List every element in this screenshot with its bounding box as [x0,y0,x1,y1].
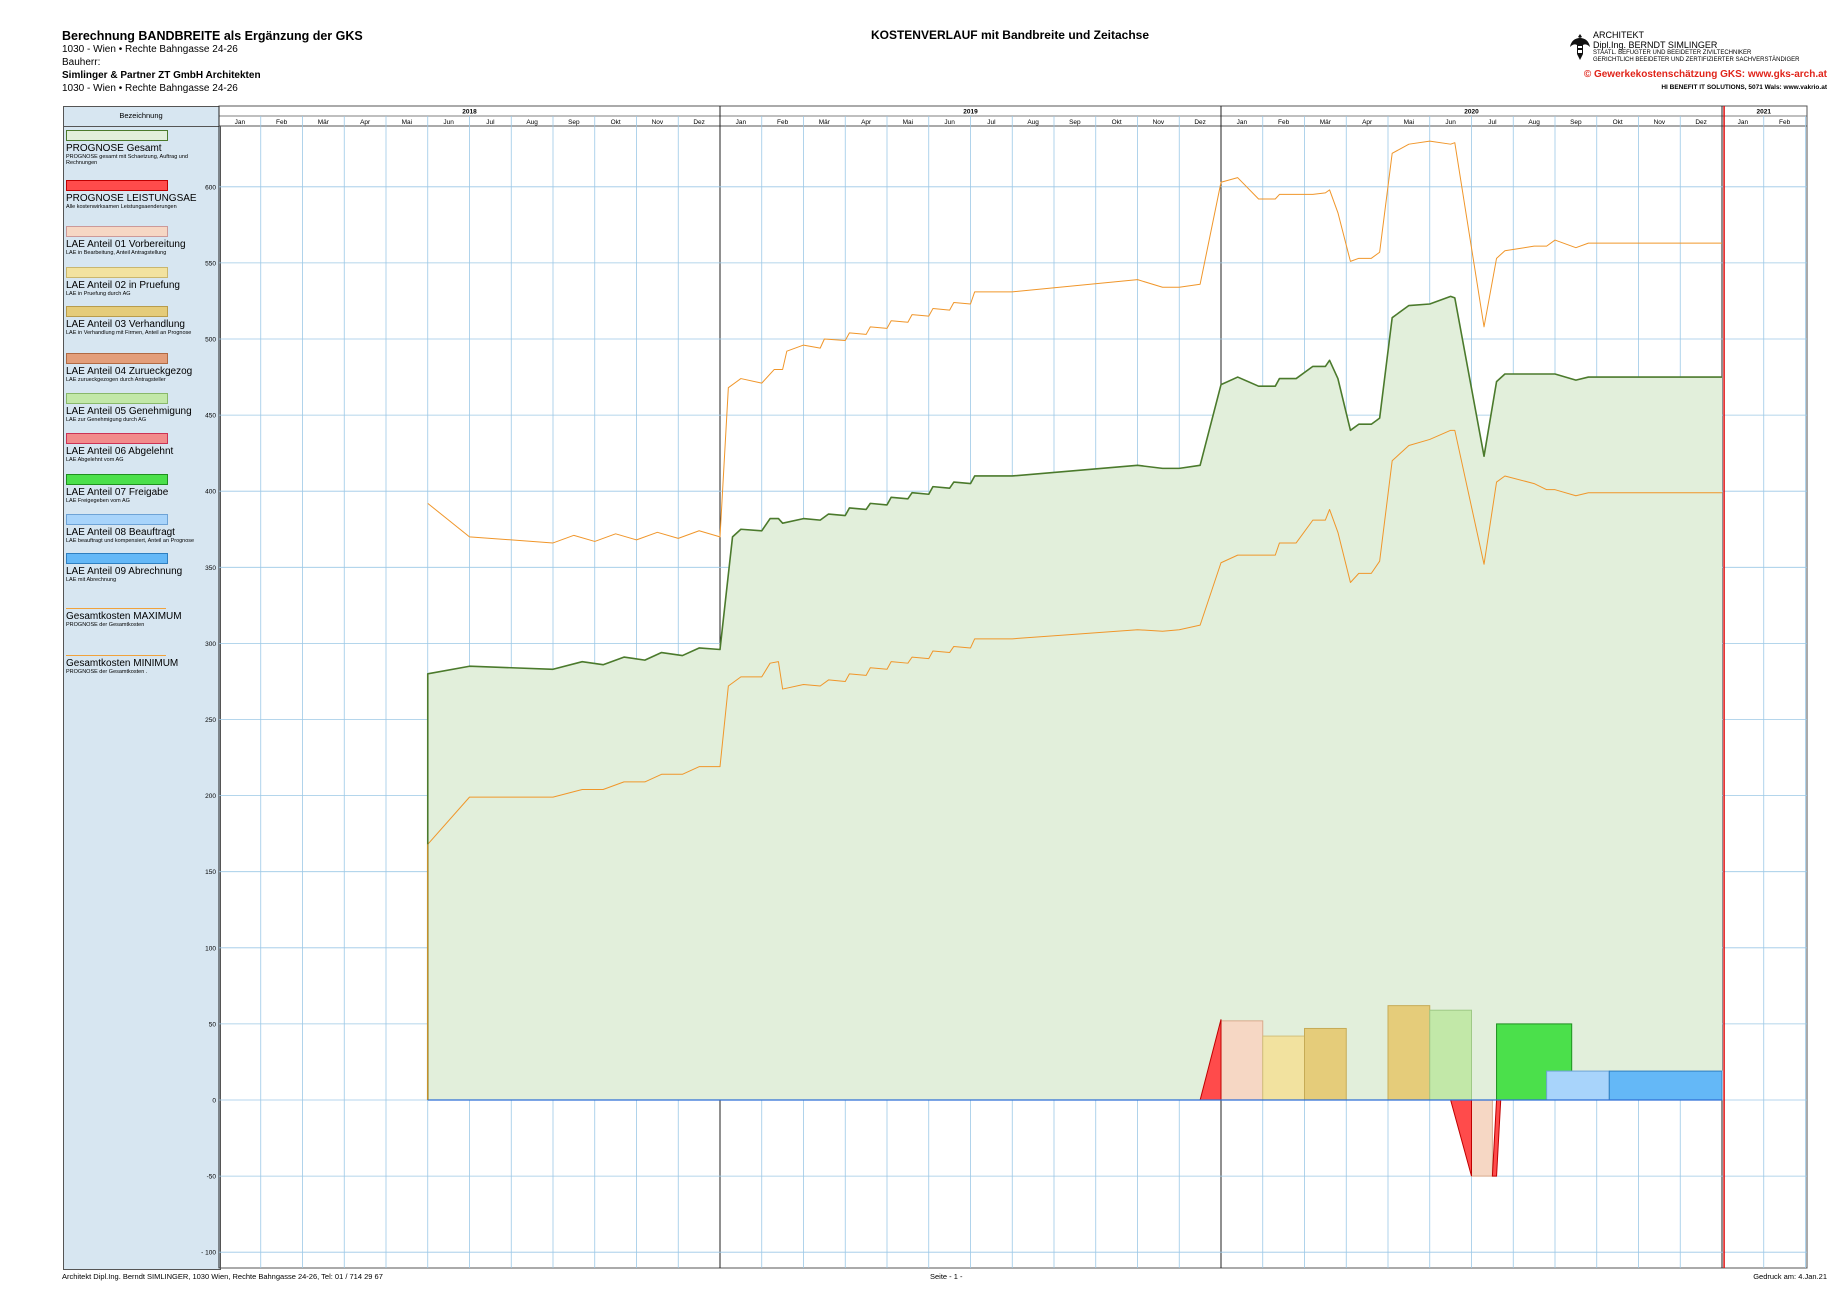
month-label: Aug [1528,119,1540,126]
y-tick-label: 500 [205,337,216,344]
month-label: Jan [736,119,747,126]
y-tick-label: 350 [205,565,216,572]
y-tick-label: 50 [209,1021,217,1028]
year-label: 2019 [963,109,978,116]
month-label: Jun [944,119,955,126]
lae-bar [1387,1005,1431,1101]
y-tick-label: 600 [205,184,216,191]
lae-bar [1304,1027,1347,1101]
cost-chart: 2018 2019 2020 2021 Jan Feb Mär Apr Mai Jun Jul Aug… [201,105,1808,1269]
month-label: Jul [486,119,495,126]
print-date: Gedruck am: 4.Jan.21 [1753,1272,1827,1281]
lae-bar [1262,1035,1305,1101]
month-label: Okt [611,119,621,126]
leistungsae-marker [1491,1099,1502,1177]
year-label: 2020 [1464,109,1479,116]
month-label: Dez [693,119,705,126]
lae-bar [1429,1009,1472,1101]
month-label: Mär [318,119,330,126]
leistungsae-marker [1449,1099,1472,1177]
month-label: Sep [1069,119,1081,126]
lae-bar [1220,1020,1264,1101]
month-label: Aug [526,119,538,126]
month-label: Apr [861,119,872,126]
y-tick-label: 100 [205,945,216,952]
month-label: Jul [987,119,996,126]
month-label: Jan [235,119,246,126]
year-label: 2021 [1757,109,1772,116]
month-label: Mai [903,119,913,126]
month-label: Okt [1112,119,1122,126]
month-label: Sep [568,119,580,126]
page-number: Seite - 1 - [930,1272,963,1281]
month-label: Sep [1570,119,1582,126]
month-label: Dez [1194,119,1206,126]
month-label: Mär [819,119,831,126]
month-label: Mai [1404,119,1414,126]
month-label: Jun [443,119,454,126]
month-label: Nov [652,119,664,126]
month-label: Mai [402,119,412,126]
month-label: Feb [1779,119,1791,126]
month-label: Jan [1237,119,1248,126]
month-label: Jun [1445,119,1456,126]
y-tick-label: 300 [205,641,216,648]
y-tick-label: 550 [205,260,216,267]
y-tick-label: 150 [205,869,216,876]
month-label: Nov [1654,119,1666,126]
month-label: Apr [1362,119,1373,126]
y-tick-label: -50 [207,1174,217,1181]
y-tick-label: 400 [205,489,216,496]
y-tick-label: 250 [205,717,216,724]
y-tick-label: - 100 [201,1250,216,1257]
month-label: Feb [276,119,288,126]
y-tick-label: 0 [212,1098,216,1105]
month-label: Feb [1278,119,1290,126]
year-label: 2018 [462,109,477,116]
month-label: Nov [1153,119,1165,126]
month-label: Apr [360,119,371,126]
month-label: Aug [1027,119,1039,126]
month-label: Jul [1488,119,1497,126]
y-tick-label: 200 [205,793,216,800]
month-label: Feb [777,119,789,126]
y-tick-label: 450 [205,413,216,420]
footer-left: Architekt Dipl.Ing. Berndt SIMLINGER, 10… [62,1272,383,1281]
lae-bar [1546,1070,1610,1101]
month-label: Jan [1738,119,1749,126]
prognose-gesamt-area [427,296,1722,1100]
month-label: Mär [1320,119,1332,126]
month-label: Okt [1613,119,1623,126]
lae-bar [1471,1099,1493,1177]
month-label: Dez [1695,119,1707,126]
lae-bar [1608,1070,1723,1101]
